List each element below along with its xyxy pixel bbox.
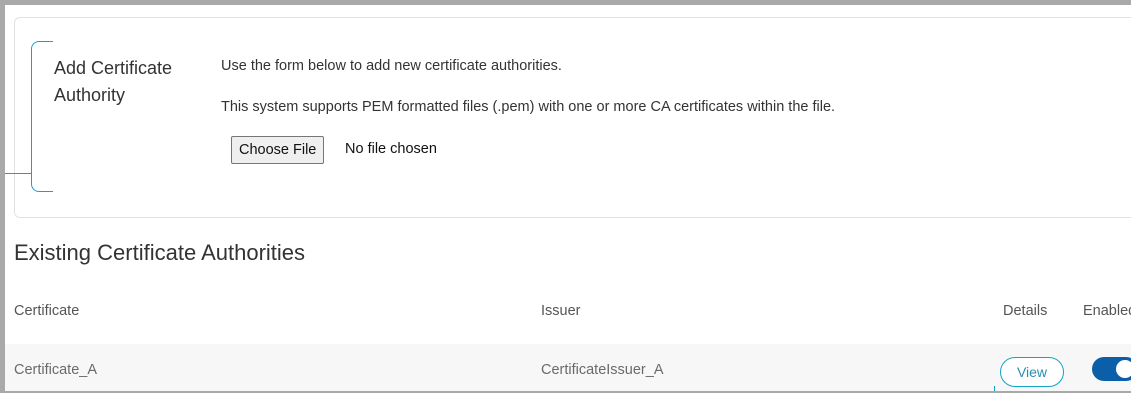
add-ca-callout-connector: [5, 173, 31, 174]
add-ca-callout-bracket: [31, 41, 53, 192]
file-status-text: No file chosen: [345, 141, 437, 157]
column-header-enabled: Enabled: [1083, 303, 1131, 319]
view-details-button[interactable]: View: [1000, 357, 1064, 387]
existing-ca-title: Existing Certificate Authorities: [14, 240, 306, 265]
add-ca-panel: [14, 17, 1131, 218]
page-frame: Add Certificate Authority Use the form b…: [0, 0, 1131, 393]
toggle-knob: [1116, 360, 1131, 378]
add-ca-description-1: Use the form below to add new certificat…: [221, 58, 562, 74]
add-ca-title: Add Certificate Authority: [54, 58, 173, 105]
column-header-issuer: Issuer: [541, 303, 581, 319]
certificate-name-cell: Certificate_A: [14, 362, 98, 378]
add-ca-description-2: This system supports PEM formatted files…: [221, 99, 836, 115]
column-header-certificate: Certificate: [14, 303, 80, 319]
issuer-cell: CertificateIssuer_A: [541, 362, 664, 378]
choose-file-button[interactable]: Choose File: [231, 136, 325, 164]
view-callout-connector: [994, 386, 995, 391]
enabled-toggle[interactable]: [1092, 357, 1131, 381]
column-header-details: Details: [1003, 303, 1048, 319]
